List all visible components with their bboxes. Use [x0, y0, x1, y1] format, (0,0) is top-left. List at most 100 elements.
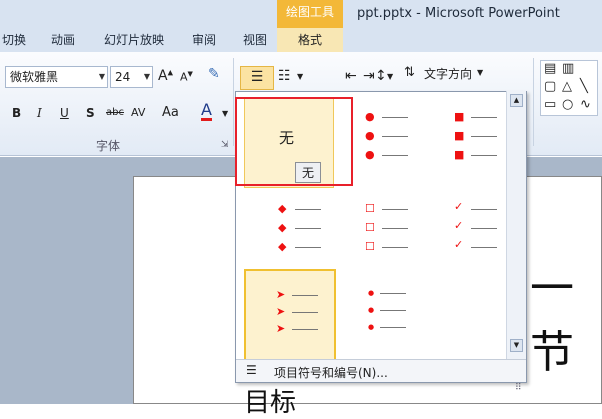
diamond-bullet-icon: ◆ — [278, 240, 287, 253]
triangle-shape-icon[interactable]: △ — [562, 79, 572, 94]
bullets-and-numbering-label: 项目符号和编号(N)... — [274, 366, 388, 380]
font-color-button[interactable]: A — [201, 102, 212, 121]
bullet-line — [295, 247, 321, 248]
text-direction-icon[interactable]: ⇅ — [404, 65, 415, 80]
filled-circle-bullet-icon: ● — [365, 129, 375, 142]
hollow-square-bullet-icon: ☐ — [365, 240, 375, 253]
clear-format-icon[interactable]: ✎ — [208, 66, 220, 82]
bullet-line — [295, 228, 321, 229]
diamond-bullet-icon: ◆ — [278, 221, 287, 234]
hollow-square-bullet-icon: ☐ — [365, 202, 375, 215]
line-spacing-icon[interactable]: ↕ — [375, 68, 387, 84]
numbering-list-icon[interactable]: ☷ — [278, 68, 291, 84]
underline-button[interactable]: U — [60, 106, 69, 120]
decrease-indent-icon[interactable]: ⇤ — [345, 68, 357, 84]
chevron-down-icon[interactable]: ▼ — [477, 68, 483, 77]
font-name-value: 微软雅黑 — [10, 70, 59, 84]
bullet-line — [382, 155, 408, 156]
rectangle-shape-icon[interactable]: ▭ — [544, 97, 556, 112]
chevron-down-icon[interactable]: ▼ — [99, 67, 105, 87]
oval-shape-icon[interactable]: ○ — [562, 97, 573, 112]
bullet-line — [382, 136, 408, 137]
bullet-line — [292, 312, 318, 313]
text-direction-label[interactable]: 文字方向 — [424, 65, 472, 82]
bullet-line — [471, 136, 497, 137]
tab-view[interactable]: 视图 — [243, 28, 267, 52]
shrink-font-icon[interactable]: A▼ — [180, 70, 193, 84]
hollow-square-bullet-icon: ☐ — [365, 221, 375, 234]
chevron-down-icon[interactable]: ▼ — [144, 67, 150, 87]
increase-indent-icon[interactable]: ⇥ — [363, 68, 375, 84]
textbox-shape-icon[interactable]: ▤ — [544, 61, 556, 76]
bullet-line — [292, 295, 318, 296]
annotation-highlight-box — [235, 97, 353, 186]
filled-square-bullet-icon: ■ — [454, 110, 465, 123]
tab-animations[interactable]: 动画 — [51, 28, 75, 52]
shapes-gallery[interactable]: ▤ ▥ ▢ △ ╲ ▭ ○ ∿ — [540, 60, 598, 116]
bullet-line — [380, 327, 406, 328]
bullet-line — [295, 209, 321, 210]
font-name-combo[interactable]: 微软雅黑 ▼ — [5, 66, 108, 88]
filled-circle-bullet-icon: ● — [365, 110, 375, 123]
rounded-rectangle-shape-icon[interactable]: ▢ — [544, 79, 556, 94]
bullet-style-diamond[interactable]: ◆ ◆ ◆ — [244, 186, 332, 274]
bullet-line — [471, 228, 497, 229]
slide-body-text[interactable]: 目标 — [244, 382, 296, 419]
bullet-line — [382, 247, 408, 248]
chevron-down-icon[interactable]: ▼ — [222, 109, 228, 118]
group-divider — [233, 58, 234, 146]
small-dot-bullet-icon: ● — [368, 306, 375, 314]
bullet-style-arrow[interactable]: ➤ ➤ ➤ — [244, 269, 336, 361]
bullet-line — [471, 117, 497, 118]
context-tab-title: 绘图工具 — [277, 0, 343, 28]
bullets-and-numbering-menu-item[interactable]: ☰ 项目符号和编号(N)... — [236, 359, 526, 382]
chevron-down-icon[interactable]: ▼ — [387, 72, 393, 81]
font-group-label: 字体 — [96, 139, 121, 153]
line-shape-icon[interactable]: ╲ — [580, 79, 588, 94]
tab-format[interactable]: 格式 — [277, 28, 343, 52]
bullet-line — [382, 209, 408, 210]
checkmark-bullet-icon: ✓ — [454, 238, 464, 251]
char-spacing-button[interactable]: AV — [131, 106, 145, 119]
vertical-textbox-shape-icon[interactable]: ▥ — [562, 61, 574, 76]
arrow-bullet-icon: ➤ — [276, 322, 286, 335]
bullet-style-hollow-square[interactable]: ☐ ☐ ☐ — [340, 186, 428, 274]
bullet-line — [471, 209, 497, 210]
bullet-line — [471, 155, 497, 156]
strikethrough-button[interactable]: abc — [106, 107, 124, 118]
small-dot-bullet-icon: ● — [368, 289, 375, 297]
shadow-button[interactable]: S — [86, 106, 95, 120]
dialog-launcher-icon[interactable]: ⇲ — [221, 140, 229, 150]
filled-square-bullet-icon: ■ — [454, 129, 465, 142]
scroll-down-icon[interactable]: ▼ — [510, 339, 523, 352]
font-size-combo[interactable]: 24 ▼ — [110, 66, 153, 88]
bullets-button[interactable]: ☰ — [240, 66, 274, 90]
font-size-value: 24 — [115, 70, 131, 84]
change-case-button[interactable]: Aa — [162, 105, 179, 120]
tab-review[interactable]: 审阅 — [192, 28, 216, 52]
tab-transitions[interactable]: 切换 — [2, 28, 26, 52]
filled-circle-bullet-icon: ● — [365, 148, 375, 161]
chevron-down-icon[interactable]: ▼ — [297, 72, 303, 81]
diamond-bullet-icon: ◆ — [278, 202, 287, 215]
arrow-bullet-icon: ➤ — [276, 305, 286, 318]
slide-title-text[interactable]: 一节 — [530, 252, 602, 380]
scroll-up-icon[interactable]: ▲ — [510, 94, 523, 107]
bullet-line — [292, 329, 318, 330]
italic-button[interactable]: I — [37, 106, 42, 120]
gallery-scrollbar[interactable]: ▲ ▼ — [506, 91, 526, 360]
bullet-line — [471, 247, 497, 248]
bullet-style-filled-round[interactable]: ● ● ● — [340, 98, 428, 186]
tab-slideshow[interactable]: 幻灯片放映 — [104, 28, 164, 52]
grow-font-icon[interactable]: A▲ — [158, 68, 173, 84]
bold-button[interactable]: B — [12, 106, 21, 120]
resize-grip-icon[interactable]: ⠿ — [515, 383, 522, 393]
bullet-list-icon: ☰ — [250, 69, 264, 85]
bullet-style-small-dot[interactable]: ● ● ● — [340, 269, 428, 357]
bullet-list-icon: ☰ — [246, 363, 257, 377]
curve-shape-icon[interactable]: ∿ — [580, 97, 591, 112]
group-divider — [533, 58, 534, 146]
checkmark-bullet-icon: ✓ — [454, 219, 464, 232]
checkmark-bullet-icon: ✓ — [454, 200, 464, 213]
bullet-line — [380, 310, 406, 311]
